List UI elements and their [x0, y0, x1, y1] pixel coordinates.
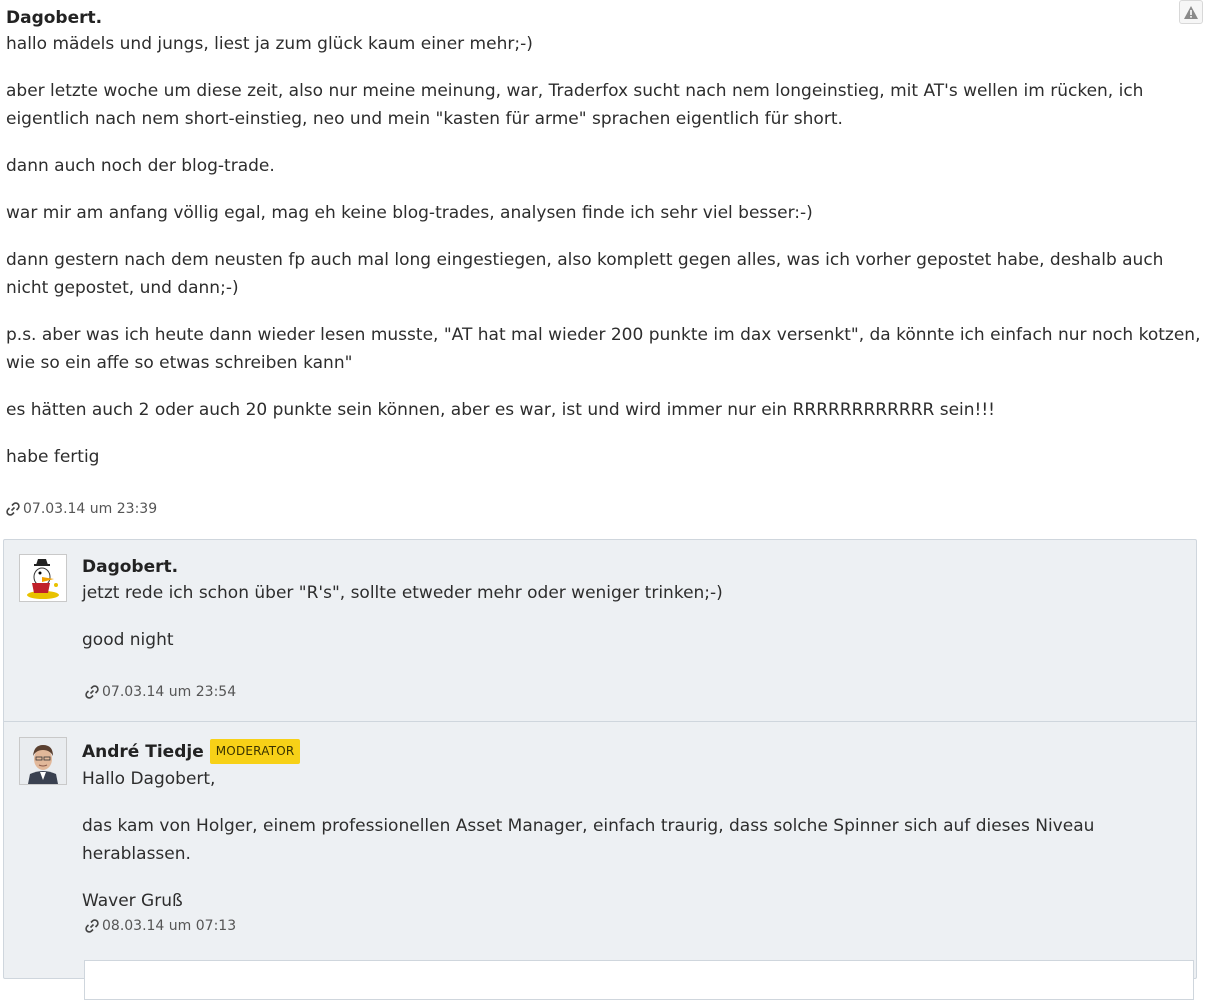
link-icon [85, 685, 99, 699]
post-paragraph: es hätten auch 2 oder auch 20 punkte sei… [6, 400, 995, 420]
avatar-image [20, 738, 66, 784]
reply-paragraph: jetzt rede ich schon über "R's", sollte … [82, 583, 723, 603]
avatar[interactable] [19, 554, 67, 602]
link-icon [6, 502, 20, 516]
post-paragraph: hallo mädels und jungs, liest ja zum glü… [6, 34, 533, 54]
avatar[interactable] [19, 737, 67, 785]
reply: André Tiedje MODERATOR Hallo Dagobert, da… [4, 721, 1196, 980]
reply-permalink[interactable]: 07.03.14 um 23:54 [85, 684, 1176, 700]
reply-paragraph: Hallo Dagobert, [82, 769, 216, 789]
reply-timestamp[interactable]: 08.03.14 um 07:13 [102, 918, 236, 934]
reply-paragraph: good night [82, 630, 174, 650]
avatar-image [20, 555, 66, 601]
post-permalink[interactable]: 07.03.14 um 23:39 [6, 501, 1201, 517]
reply-author-name[interactable]: André Tiedje [82, 742, 204, 762]
post-paragraph: war mir am anfang völlig egal, mag eh ke… [6, 203, 813, 223]
reply-timestamp[interactable]: 07.03.14 um 23:54 [102, 684, 236, 700]
next-reply-box [84, 960, 1194, 1000]
post-timestamp[interactable]: 07.03.14 um 23:39 [23, 501, 157, 517]
post-paragraph: dann auch noch der blog-trade. [6, 156, 275, 176]
post-paragraph: p.s. aber was ich heute dann wieder lese… [6, 325, 1201, 373]
reply: Dagobert. jetzt rede ich schon über "R's… [4, 540, 1196, 721]
reply-permalink[interactable]: 08.03.14 um 07:13 [85, 918, 1176, 934]
reply-paragraph: Waver Gruß [82, 891, 183, 911]
moderator-badge: MODERATOR [209, 739, 301, 764]
reply-author[interactable]: André Tiedje MODERATOR [82, 739, 1176, 764]
reply-author[interactable]: Dagobert. [82, 557, 1176, 578]
post-paragraph: dann gestern nach dem neusten fp auch ma… [6, 250, 1164, 298]
post-author[interactable]: Dagobert. [6, 8, 1201, 29]
link-icon [85, 919, 99, 933]
reply-paragraph: das kam von Holger, einem professionelle… [82, 816, 1095, 864]
main-post: Dagobert. hallo mädels und jungs, liest … [6, 8, 1201, 517]
post-paragraph: habe fertig [6, 447, 100, 467]
post-paragraph: aber letzte woche um diese zeit, also nu… [6, 81, 1144, 129]
replies-container: Dagobert. jetzt rede ich schon über "R's… [3, 539, 1197, 1000]
